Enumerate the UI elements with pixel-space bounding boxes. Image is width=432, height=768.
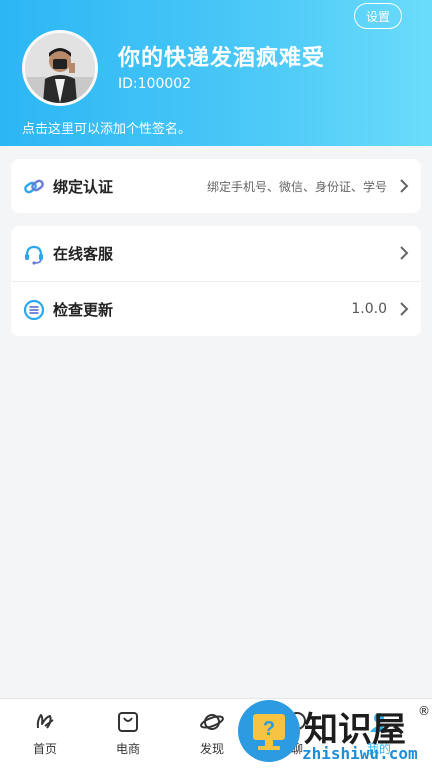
version-text: 1.0.0 — [351, 301, 387, 317]
chevron-right-icon — [400, 179, 409, 193]
settings-button[interactable]: 设置 — [354, 3, 402, 29]
watermark-logo: ? — [238, 700, 300, 762]
username: 你的快递发酒疯难受 — [118, 46, 326, 71]
bind-auth-detail: 绑定手机号、微信、身份证、学号 — [206, 179, 387, 194]
watermark-url: zhishiwu.com — [302, 744, 418, 763]
home-icon — [36, 714, 54, 729]
tab-discover[interactable]: 发现 — [177, 699, 247, 768]
svg-text:?: ? — [263, 718, 275, 740]
service-card: 在线客服 检查更新 1.0.0 — [11, 226, 421, 336]
chevron-right-icon — [400, 302, 409, 316]
shopping-bag-icon — [118, 712, 138, 732]
watermark-reg: ® — [418, 704, 430, 718]
bind-auth-label: 绑定认证 — [53, 177, 114, 196]
tab-shop[interactable]: 电商 — [93, 699, 163, 768]
tab-label: 首页 — [32, 742, 57, 756]
link-icon — [24, 179, 44, 194]
online-service-row[interactable]: 在线客服 — [11, 226, 421, 280]
update-icon — [23, 299, 45, 321]
watermark: ? 知识屋 ® zhishiwu.com — [238, 700, 432, 768]
tab-label: 发现 — [199, 742, 224, 756]
headset-icon — [25, 245, 43, 265]
check-update-row[interactable]: 检查更新 1.0.0 — [11, 282, 421, 336]
bind-auth-card: 绑定认证 绑定手机号、微信、身份证、学号 — [11, 159, 421, 213]
avatar[interactable] — [22, 30, 98, 106]
planet-icon — [200, 714, 224, 730]
user-id: ID:100002 — [118, 76, 192, 92]
tab-home[interactable]: 首页 — [10, 699, 80, 768]
online-service-label: 在线客服 — [53, 244, 114, 263]
signature-prompt[interactable]: 点击这里可以添加个性签名。 — [22, 118, 191, 137]
chevron-right-icon — [400, 246, 409, 260]
check-update-label: 检查更新 — [53, 300, 114, 319]
tab-label: 电商 — [115, 742, 140, 756]
bind-auth-row[interactable]: 绑定认证 绑定手机号、微信、身份证、学号 — [11, 159, 421, 213]
profile-header: 设置 你的快递发酒疯难受 ID:100002 点击这里可以添加个性签名。 — [0, 0, 432, 146]
